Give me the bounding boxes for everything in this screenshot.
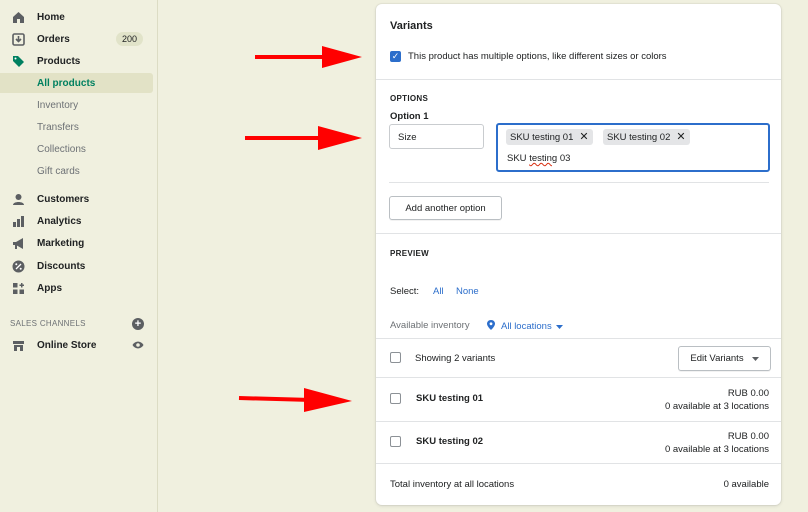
available-inventory-label: Available inventory	[390, 320, 470, 331]
select-all-link[interactable]: All	[433, 286, 444, 297]
add-another-option-button[interactable]: Add another option	[389, 196, 502, 220]
variant-availability: 0 available at 3 locations	[664, 401, 769, 412]
remove-tag-icon[interactable]: ✕	[676, 132, 685, 143]
locations-link: All locations	[501, 321, 552, 332]
total-inventory-value: 0 available	[723, 479, 769, 490]
variant-availability: 0 available at 3 locations	[664, 444, 769, 455]
annotation-arrow-2	[245, 126, 362, 150]
edit-variants-button[interactable]: Edit Variants	[678, 346, 771, 371]
multiple-options-label: This product has multiple options, like …	[408, 51, 667, 62]
edit-variants-label: Edit Variants	[690, 353, 744, 364]
variant-price: RUB 0.00	[727, 431, 769, 442]
locations-dropdown[interactable]: All locations	[487, 320, 563, 333]
total-inventory-label: Total inventory at all locations	[390, 479, 515, 490]
multiple-options-checkbox[interactable]: ✓	[390, 51, 401, 62]
select-all-variants-checkbox[interactable]	[390, 352, 401, 363]
annotation-arrow-3	[238, 388, 352, 412]
divider	[376, 79, 781, 80]
annotation-arrow-1	[255, 46, 362, 68]
tag-label: SKU testing 01	[510, 131, 574, 143]
variant-price: RUB 0.00	[727, 388, 769, 399]
divider	[376, 421, 781, 422]
variants-card: Variants ✓ This product has multiple opt…	[376, 4, 781, 505]
select-none-link[interactable]: None	[456, 286, 479, 297]
typing-value: SKU testing 03	[507, 153, 571, 164]
caret-down-icon	[555, 321, 563, 332]
divider	[376, 463, 781, 464]
remove-tag-icon[interactable]: ✕	[579, 132, 588, 143]
showing-variants-label: Showing 2 variants	[415, 353, 496, 364]
tag-label: SKU testing 02	[607, 131, 671, 143]
divider	[376, 233, 781, 234]
caret-down-icon	[751, 353, 759, 364]
tag-sku-02: SKU testing 02 ✕	[603, 129, 690, 145]
tag-sku-01: SKU testing 01 ✕	[506, 129, 593, 145]
option1-name-value: Size	[398, 132, 417, 143]
preview-caption: PREVIEW	[390, 249, 429, 258]
option1-label: Option 1	[390, 111, 429, 122]
option1-values-input[interactable]: SKU testing 01 ✕ SKU testing 02 ✕ SKU te…	[496, 123, 770, 172]
options-caption: OPTIONS	[390, 94, 429, 103]
divider	[376, 338, 781, 339]
variant-name[interactable]: SKU testing 01	[416, 393, 483, 404]
variant-row-checkbox[interactable]	[390, 393, 401, 404]
variant-name[interactable]: SKU testing 02	[416, 436, 483, 447]
divider	[389, 182, 769, 183]
variants-title: Variants	[390, 20, 433, 32]
location-pin-icon	[487, 320, 495, 333]
divider	[376, 377, 781, 378]
option1-name-input[interactable]: Size	[389, 124, 484, 149]
variant-row-checkbox[interactable]	[390, 436, 401, 447]
select-label: Select:	[390, 286, 420, 297]
